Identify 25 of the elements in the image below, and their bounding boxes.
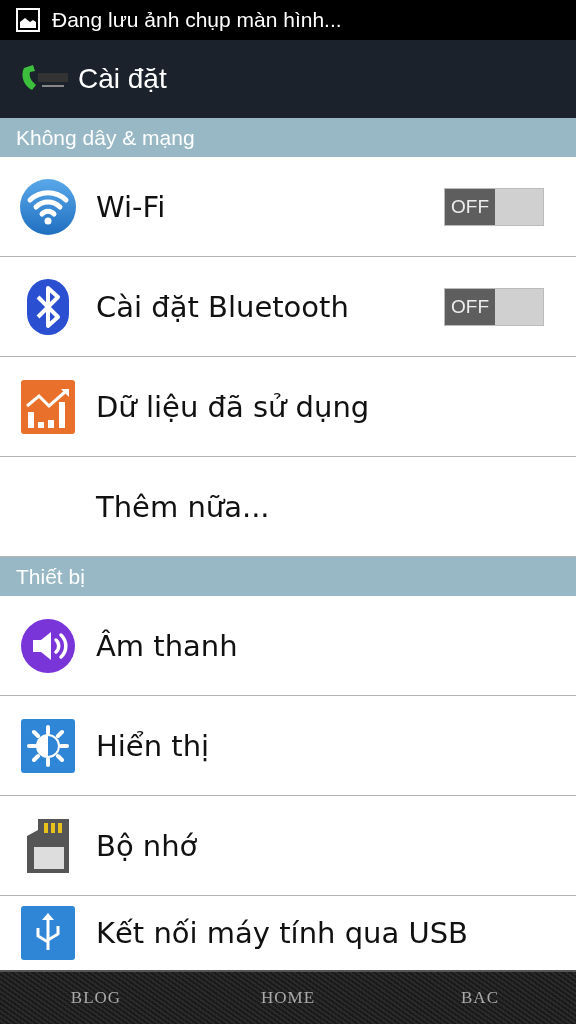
setting-label: Wi-Fi — [96, 189, 167, 224]
nav-link[interactable]: BLOG — [0, 988, 192, 1008]
setting-label: Bộ nhớ — [96, 828, 199, 863]
chart-icon — [21, 379, 75, 434]
speaker-icon — [20, 617, 76, 674]
setting-label: Hiển thị — [96, 728, 211, 763]
setting-label: Kết nối máy tính qua USB — [96, 916, 469, 950]
setting-label: Dữ liệu đã sử dụng — [96, 389, 371, 424]
setting-label: Cài đặt Bluetooth — [96, 289, 350, 324]
image-icon — [16, 8, 40, 32]
nav-link[interactable]: HOME — [192, 988, 384, 1008]
toggle-switch[interactable]: OFF — [444, 187, 544, 226]
setting-label: Thêm nữa... — [96, 489, 271, 524]
usb-icon — [21, 906, 75, 960]
memory-card-icon — [26, 817, 70, 874]
setting-label: Âm thanh — [96, 628, 239, 663]
section-header: Không dây & mạng — [16, 125, 195, 150]
section-header: Thiết bị — [16, 564, 85, 589]
screen-title: Cài đặt — [78, 63, 167, 95]
toggle-switch[interactable]: OFF — [444, 287, 544, 326]
bluetooth-icon — [26, 277, 70, 336]
nav-link[interactable]: BAC — [384, 988, 576, 1008]
notification-text: Đang lưu ảnh chụp màn hình... — [52, 8, 342, 32]
brightness-icon — [21, 718, 75, 773]
wifi-icon — [19, 177, 77, 236]
